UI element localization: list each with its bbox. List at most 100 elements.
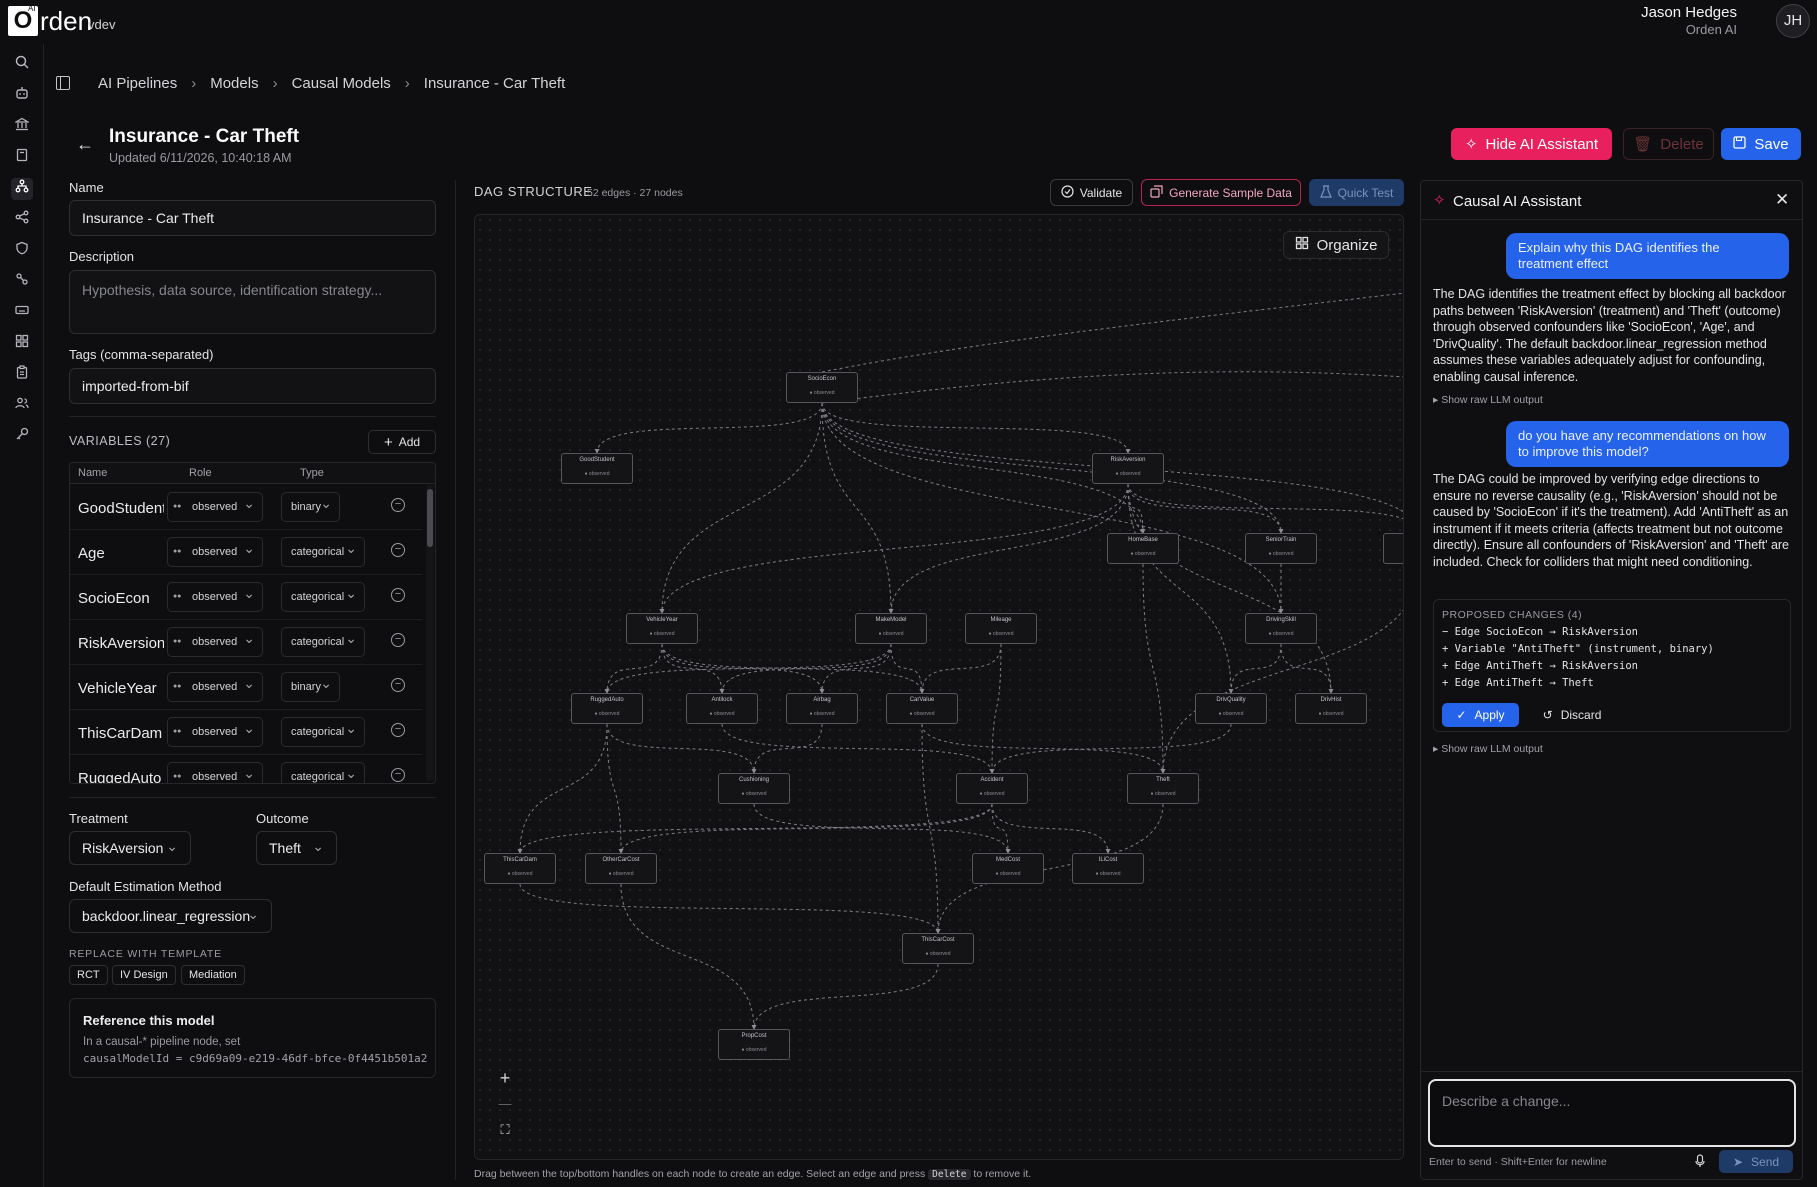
back-arrow-icon[interactable]: ← [76, 134, 94, 155]
dag-node[interactable]: PropCost ● observed [718, 1029, 790, 1060]
variable-name[interactable]: ThisCarDam [78, 725, 164, 742]
variable-name[interactable]: RiskAversion [78, 635, 164, 652]
clipboard-icon[interactable] [11, 364, 33, 386]
zoom-in-button[interactable]: + [491, 1065, 519, 1091]
dag-edge[interactable] [821, 292, 1404, 373]
keyboard-icon[interactable] [11, 302, 33, 324]
dag-edge[interactable] [659, 483, 1129, 614]
dag-node[interactable]: DrivingSkill ● observed [1245, 613, 1317, 644]
dag-edge[interactable] [989, 643, 1002, 774]
dag-edge[interactable] [1127, 483, 1334, 694]
dag-edge[interactable] [620, 883, 757, 1030]
avatar[interactable]: JH [1776, 4, 1810, 38]
dag-edge[interactable] [1280, 643, 1334, 694]
type-select[interactable]: categorical [281, 714, 365, 747]
dag-node[interactable]: MedCost ● observed [972, 853, 1044, 884]
variables-scrollbar[interactable] [426, 485, 434, 781]
breadcrumb-item[interactable]: AI Pipelines [98, 75, 177, 92]
workflow-icon[interactable] [11, 209, 33, 231]
validate-button[interactable]: Validate [1050, 179, 1133, 206]
dag-edge[interactable] [659, 402, 823, 614]
type-select[interactable]: categorical [281, 759, 365, 783]
close-icon[interactable]: ✕ [1775, 190, 1789, 210]
dag-node[interactable]: MakeModel ● observed [855, 613, 927, 644]
type-select[interactable]: categorical [281, 624, 365, 657]
show-raw-output-toggle[interactable]: ▸ Show raw LLM output [1433, 394, 1543, 406]
remove-variable-icon[interactable]: − [391, 768, 405, 782]
dag-node[interactable]: ThisCarCost ● observed [902, 933, 974, 964]
variable-name[interactable]: SocioEcon [78, 590, 164, 607]
type-select[interactable]: binary [281, 669, 340, 702]
dag-node[interactable]: SocioEcon ● observed [786, 372, 858, 403]
dag-edge[interactable] [517, 803, 993, 854]
variable-name[interactable]: RuggedAuto [78, 770, 164, 783]
sidebar-toggle-icon[interactable] [56, 76, 70, 90]
dag-edge[interactable] [606, 723, 757, 774]
dag-node[interactable]: RuggedAuto ● observed [571, 693, 643, 724]
breadcrumb-item[interactable]: Causal Models [292, 75, 391, 92]
dag-node[interactable]: Antilock ● observed [686, 693, 758, 724]
key-icon[interactable] [11, 426, 33, 448]
remove-variable-icon[interactable]: − [391, 588, 405, 602]
treatment-select[interactable]: RiskAversion ⌄ [69, 831, 191, 865]
tags-field[interactable]: imported-from-bif [69, 368, 436, 404]
outcome-select[interactable]: Theft ⌄ [256, 831, 337, 865]
dag-node[interactable]: AntiTheft ● observed [1383, 533, 1403, 564]
template-chip-iv-design[interactable]: IV Design [112, 965, 176, 985]
generate-sample-data-button[interactable]: Generate Sample Data [1141, 179, 1301, 206]
role-select[interactable]: observed [167, 624, 263, 657]
dag-edge[interactable] [519, 883, 941, 934]
dag-node[interactable]: DrivQuality ● observed [1195, 693, 1267, 724]
dag-edge[interactable] [751, 963, 939, 1030]
dag-edge[interactable] [921, 723, 941, 934]
role-select[interactable]: observed [167, 759, 263, 783]
dag-edge[interactable] [594, 402, 823, 454]
scrollbar-thumb[interactable] [427, 489, 433, 547]
role-select[interactable]: observed [167, 669, 263, 702]
discard-button[interactable]: ↺ Discard [1532, 703, 1612, 727]
dag-edge[interactable] [821, 371, 1404, 404]
dag-edge[interactable] [1127, 483, 1404, 533]
type-select[interactable]: categorical [281, 534, 365, 567]
book-icon[interactable] [11, 147, 33, 169]
template-chip-mediation[interactable]: Mediation [181, 965, 245, 985]
role-select[interactable]: observed [167, 579, 263, 612]
dag-node[interactable]: Cushioning ● observed [718, 773, 790, 804]
role-select[interactable]: observed [167, 489, 263, 522]
shield-icon[interactable] [11, 240, 33, 262]
show-raw-output-toggle[interactable]: ▸ Show raw LLM output [1433, 743, 1543, 755]
dag-node[interactable]: SeniorTrain ● observed [1245, 533, 1317, 564]
dag-edge[interactable] [888, 483, 1129, 614]
dag-node[interactable]: CarValue ● observed [886, 693, 958, 724]
dag-edge[interactable] [606, 723, 624, 854]
quick-test-button[interactable]: Quick Test [1309, 179, 1404, 206]
dag-edge[interactable] [1160, 564, 1404, 774]
reference-code[interactable]: causalModelId = c9d69a09-e219-46df-bfce-… [83, 1052, 427, 1065]
dag-edge[interactable] [517, 723, 608, 854]
dag-edge[interactable] [751, 723, 823, 774]
dag-edge[interactable] [661, 643, 725, 694]
dag-edge[interactable] [991, 803, 1011, 854]
dag-edge[interactable] [919, 643, 1002, 694]
dag-node[interactable]: ILiCost ● observed [1072, 853, 1144, 884]
bot-icon[interactable] [11, 85, 33, 107]
dag-edge[interactable] [1228, 643, 1282, 694]
type-select[interactable]: binary [281, 489, 340, 522]
search-icon[interactable] [11, 54, 33, 76]
save-button[interactable]: Save [1721, 128, 1801, 160]
apply-button[interactable]: ✓ Apply [1442, 703, 1519, 727]
dag-node[interactable]: Mileage ● observed [965, 613, 1037, 644]
dag-node[interactable]: Theft ● observed [1127, 773, 1199, 804]
send-button[interactable]: ➤ Send [1719, 1150, 1793, 1173]
remove-variable-icon[interactable]: − [391, 633, 405, 647]
dag-node[interactable]: DrivHist ● observed [1295, 693, 1367, 724]
remove-variable-icon[interactable]: − [391, 723, 405, 737]
variable-name[interactable]: VehicleYear [78, 680, 164, 697]
dag-node[interactable]: RiskAversion ● observed [1092, 453, 1164, 484]
dag-edge[interactable] [1127, 483, 1284, 534]
role-select[interactable]: observed [167, 714, 263, 747]
users-icon[interactable] [11, 395, 33, 417]
hide-ai-assistant-button[interactable]: ✧ Hide AI Assistant [1451, 128, 1612, 160]
dag-node[interactable]: VehicleYear ● observed [626, 613, 698, 644]
dag-edge[interactable] [1142, 563, 1166, 774]
